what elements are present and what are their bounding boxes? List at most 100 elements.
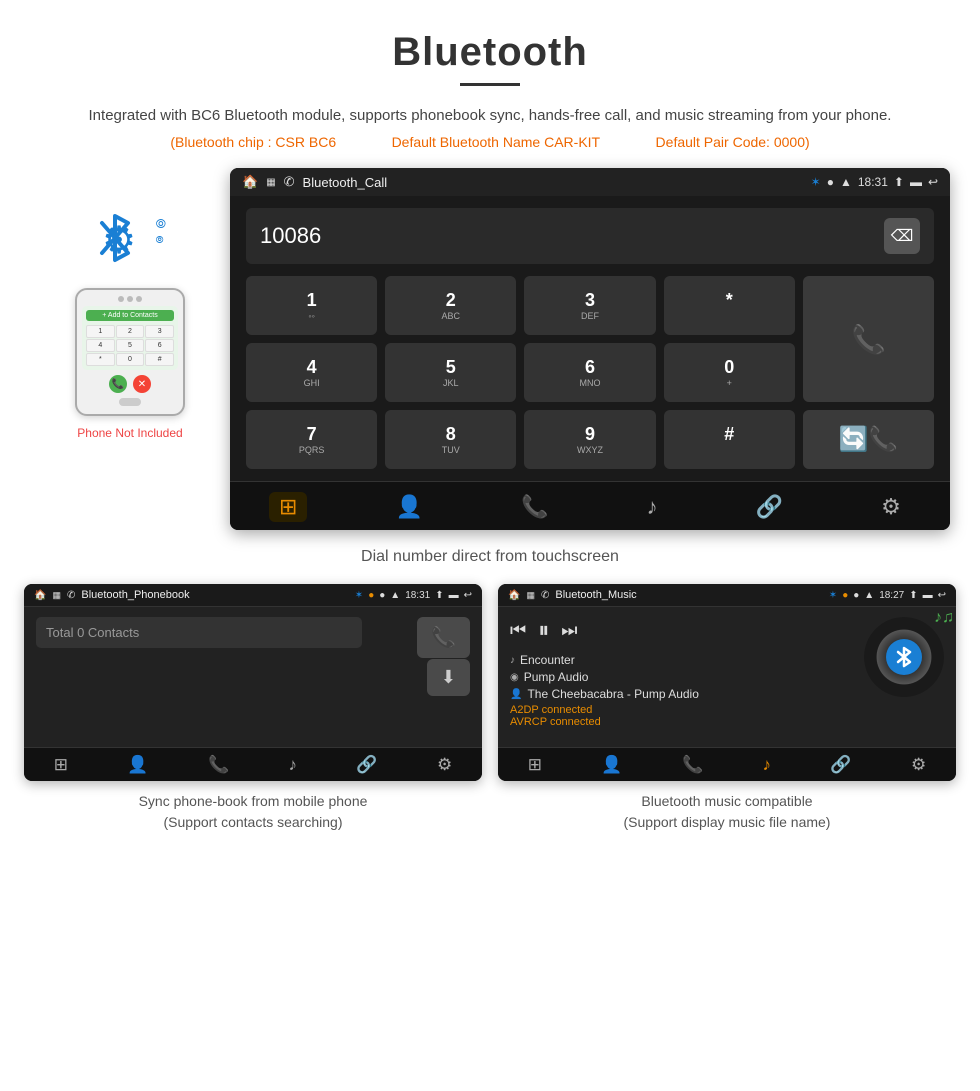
phonebook-download-button[interactable]: ⬇	[427, 659, 470, 696]
music-toolbar: ⊞ 👤 📞 ♪ 🔗 ⚙	[498, 747, 956, 781]
phone-add-contact: + Add to Contacts	[86, 310, 174, 321]
album-title: ◉ Pump Audio	[510, 670, 854, 684]
mu-tb-keypad[interactable]: ⊞	[528, 755, 542, 775]
ph-tb-call[interactable]: 📞	[208, 755, 229, 775]
bt-status-icon: ✶	[811, 175, 821, 189]
music-content: ⏮ ⏸ ⏭ ♪ Encounter ◉ Pump Audio 👤 The	[498, 607, 956, 747]
phonebook-caption-line2: (Support contacts searching)	[164, 814, 343, 830]
phone-key: 5	[116, 339, 145, 352]
phone-top-bar	[82, 296, 178, 302]
a2dp-status: A2DP connected	[510, 704, 854, 716]
key-2[interactable]: 2 ABC	[385, 276, 516, 335]
bt-vinyl-svg	[893, 646, 915, 668]
call-status-bar: 🏠 ▦ ✆ Bluetooth_Call ✶ ● ▲ 18:31 ⬆ ▬ ↩	[230, 168, 950, 196]
mu-status-right: ✶ ● ● ▲ 18:27 ⬆ ▬ ↩	[829, 590, 946, 601]
music-caption-line1: Bluetooth music compatible	[641, 793, 812, 809]
key-5[interactable]: 5 JKL	[385, 343, 516, 402]
call-button[interactable]: 📞	[803, 276, 934, 402]
ph-tb-music[interactable]: ♪	[289, 755, 298, 775]
phone-mockup: + Add to Contacts 1 2 3 4 5 6 * 0 # 📞 ✕	[75, 288, 185, 416]
music-notes-icon: ♪♫	[934, 609, 954, 627]
mu-tb-settings[interactable]: ⚙	[911, 755, 926, 775]
ph-back-icon: ↩	[464, 590, 472, 601]
ph-tb-contacts[interactable]: 👤	[127, 755, 148, 775]
artist-name: 👤 The Cheebacabra - Pump Audio	[510, 687, 854, 701]
ph-signal-bars: ▲	[390, 590, 400, 601]
phonebook-search-input[interactable]: Total 0 Contacts	[36, 617, 362, 648]
vinyl-disc-wrap: ♪♫	[864, 617, 944, 697]
phonebook-call-button[interactable]: 📞	[417, 617, 470, 658]
mu-tb-call[interactable]: 📞	[682, 755, 703, 775]
toolbar-link-icon[interactable]: 🔗	[746, 492, 793, 522]
key-9[interactable]: 9 WXYZ	[524, 410, 655, 469]
key-3[interactable]: 3 DEF	[524, 276, 655, 335]
toolbar-music-icon[interactable]: ♪	[637, 492, 668, 522]
title-divider	[460, 83, 520, 86]
next-button[interactable]: ⏭	[561, 620, 577, 641]
phone-dot	[118, 296, 124, 302]
ph-status-right: ✶ ● ● ▲ 18:31 ⬆ ▬ ↩	[355, 590, 472, 601]
call-screen-toolbar: ⊞ 👤 📞 ♪ 🔗 ⚙	[230, 481, 950, 530]
mu-tb-music[interactable]: ♪	[763, 755, 772, 775]
toolbar-call-icon[interactable]: 📞	[511, 492, 558, 522]
key-0[interactable]: 0 +	[664, 343, 795, 402]
backspace-button[interactable]: ⌫	[884, 218, 920, 254]
ph-tb-keypad[interactable]: ⊞	[54, 755, 68, 775]
phone-key: 6	[145, 339, 174, 352]
music-controls: ⏮ ⏸ ⏭	[510, 617, 854, 643]
prev-button[interactable]: ⏮	[510, 620, 526, 641]
phone-key: #	[145, 353, 174, 366]
specs-line: (Bluetooth chip : CSR BC6 Default Blueto…	[0, 134, 980, 150]
key-4[interactable]: 4 GHI	[246, 343, 377, 402]
ph-tb-settings[interactable]: ⚙	[437, 755, 452, 775]
main-content-row: ⚙ ⦾ ⦾ + Add to Contacts 1 2 3	[0, 168, 980, 530]
ph-call-icon: ✆	[67, 590, 75, 601]
toolbar-contacts-icon[interactable]: 👤	[386, 492, 433, 522]
key-6[interactable]: 6 MNO	[524, 343, 655, 402]
phone-key: 2	[116, 325, 145, 338]
music-caption-line2: (Support display music file name)	[624, 814, 831, 830]
phonebook-content: Total 0 Contacts 📞 ⬇	[24, 607, 482, 747]
wifi-icon: ●	[827, 175, 834, 189]
mu-signal-icon: ▦	[526, 590, 535, 601]
toolbar-keypad-icon[interactable]: ⊞	[269, 492, 307, 522]
key-8[interactable]: 8 TUV	[385, 410, 516, 469]
car-call-screen: 🏠 ▦ ✆ Bluetooth_Call ✶ ● ▲ 18:31 ⬆ ▬ ↩ 1…	[230, 168, 950, 530]
play-pause-button[interactable]: ⏸	[538, 617, 549, 643]
mu-app-name: Bluetooth_Music	[555, 589, 822, 601]
ph-tb-link[interactable]: 🔗	[356, 755, 377, 775]
mu-bt-icon: ✶	[829, 590, 837, 601]
key-hash[interactable]: #	[664, 410, 795, 469]
dialer-number-display: 10086	[260, 223, 884, 249]
key-7[interactable]: 7 PQRS	[246, 410, 377, 469]
mu-call-icon: ✆	[541, 590, 549, 601]
phone-call-button: 📞	[109, 375, 127, 393]
phone-dot	[136, 296, 142, 302]
phone-key: *	[86, 353, 115, 366]
key-star[interactable]: *	[664, 276, 795, 335]
signal-bars-icon: ▲	[840, 175, 852, 189]
call-phone-icon: 📞	[851, 323, 886, 356]
mu-tb-link[interactable]: 🔗	[830, 755, 851, 775]
ph-dot-icon: ●	[368, 590, 374, 601]
mu-dot-icon: ●	[842, 590, 848, 601]
phone-keypad: 1 2 3 4 5 6 * 0 #	[86, 325, 174, 366]
music-screen: 🏠 ▦ ✆ Bluetooth_Music ✶ ● ● ▲ 18:27 ⬆ ▬ …	[498, 584, 956, 781]
phonebook-caption: Sync phone-book from mobile phone (Suppo…	[139, 791, 368, 833]
toolbar-settings-icon[interactable]: ⚙	[871, 492, 911, 522]
phone-key: 0	[116, 353, 145, 366]
phone-not-included-label: Phone Not Included	[77, 426, 182, 440]
ph-menu-icon: ▬	[449, 590, 459, 601]
vinyl-disc	[864, 617, 944, 697]
vinyl-bluetooth-icon	[886, 639, 922, 675]
mu-tb-contacts[interactable]: 👤	[601, 755, 622, 775]
music-panel: 🏠 ▦ ✆ Bluetooth_Music ✶ ● ● ▲ 18:27 ⬆ ▬ …	[498, 584, 956, 833]
expand-icon: ⬆	[894, 175, 904, 189]
phone-dot	[127, 296, 133, 302]
phone-bottom-controls: 📞 ✕	[82, 375, 178, 393]
key-1[interactable]: 1 ◦◦	[246, 276, 377, 335]
redial-icon: 🔄📞	[839, 425, 899, 454]
circle-icon: ◉	[510, 672, 519, 683]
home-icon: 🏠	[242, 174, 258, 190]
redial-button[interactable]: 🔄📞	[803, 410, 934, 469]
